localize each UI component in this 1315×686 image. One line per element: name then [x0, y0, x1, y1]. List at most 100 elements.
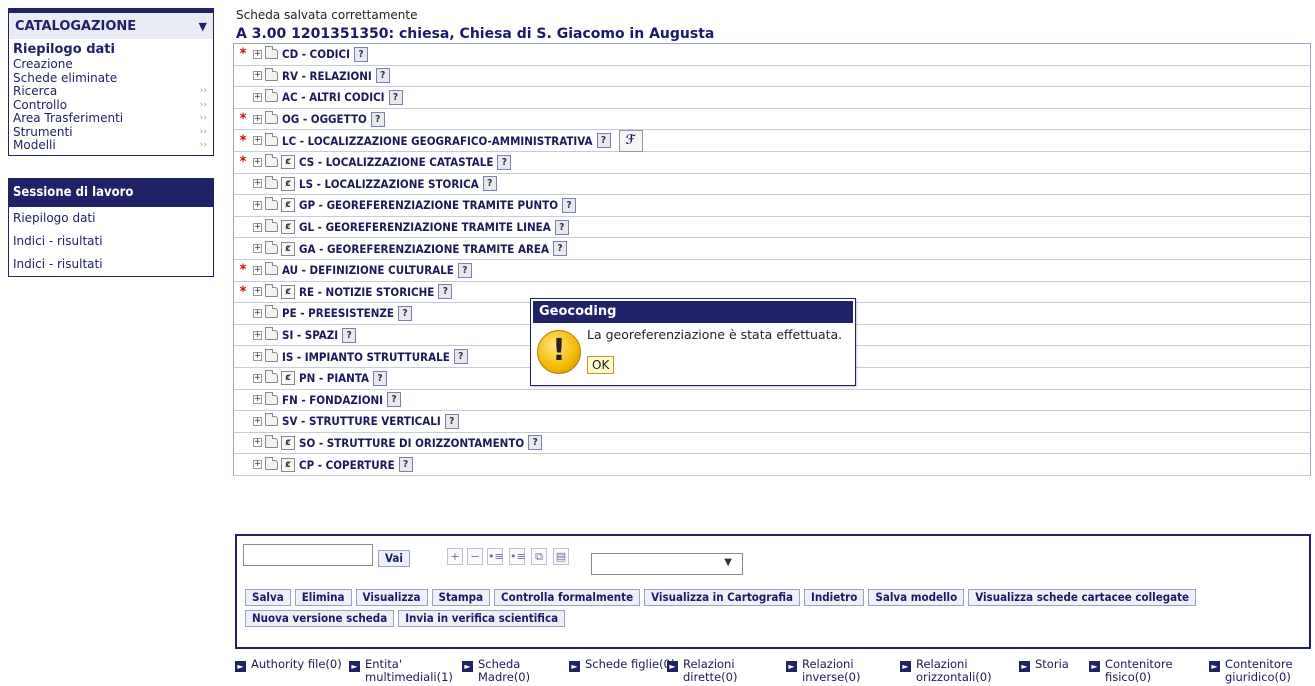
- toolbar-button[interactable]: Visualizza in Cartografia: [644, 589, 801, 606]
- help-icon[interactable]: ?: [387, 392, 401, 408]
- caret-down-icon[interactable]: ▼: [199, 20, 207, 33]
- help-icon[interactable]: ?: [397, 305, 412, 321]
- session-item[interactable]: Riepilogo dati: [9, 207, 213, 230]
- expand-icon[interactable]: +: [253, 136, 262, 146]
- expand-icon[interactable]: +: [253, 179, 262, 189]
- action-select[interactable]: ▼: [591, 553, 743, 575]
- sidebar-item[interactable]: Schede eliminate: [13, 71, 213, 86]
- expand-icon[interactable]: +: [253, 460, 262, 470]
- expand-icon[interactable]: +: [253, 200, 262, 210]
- related-link[interactable]: ► Relazioni inverse(0): [786, 658, 894, 684]
- section-label[interactable]: PE - PREESISTENZE: [282, 306, 394, 320]
- help-icon[interactable]: ?: [482, 176, 497, 192]
- related-link[interactable]: ► Relazioni dirette(0): [667, 658, 775, 684]
- toolbar-button[interactable]: Controlla formalmente: [494, 589, 641, 606]
- section-label[interactable]: OG - OGGETTO: [282, 112, 367, 126]
- sidebar-item[interactable]: Riepilogo dati: [13, 41, 213, 58]
- refresh-icon[interactable]: ȼ: [281, 220, 295, 235]
- refresh-icon[interactable]: ȼ: [281, 457, 295, 472]
- section-label[interactable]: GA - GEOREFERENZIAZIONE TRAMITE AREA: [299, 242, 549, 256]
- related-link[interactable]: ► Contenitore fisico(0): [1089, 658, 1197, 684]
- section-label[interactable]: GL - GEOREFERENZIAZIONE TRAMITE LINEA: [299, 220, 551, 234]
- sidebar-item[interactable]: Strumenti ››: [13, 125, 213, 140]
- help-icon[interactable]: ?: [375, 68, 390, 84]
- expand-icon[interactable]: +: [253, 92, 262, 102]
- related-link[interactable]: ► Schede figlie(0): [569, 658, 677, 672]
- section-label[interactable]: PN - PIANTA: [299, 371, 369, 385]
- refresh-icon[interactable]: ȼ: [281, 371, 295, 386]
- toolbar-button[interactable]: Salva: [245, 589, 291, 606]
- ok-button[interactable]: OK: [587, 356, 615, 374]
- refresh-icon[interactable]: ȼ: [281, 284, 295, 299]
- section-label[interactable]: CS - LOCALIZZAZIONE CATASTALE: [299, 155, 493, 169]
- help-icon[interactable]: ?: [528, 435, 543, 451]
- help-icon[interactable]: ?: [353, 46, 368, 62]
- expand-icon[interactable]: +: [253, 395, 262, 405]
- help-icon[interactable]: ?: [373, 370, 387, 386]
- sidebar-item[interactable]: Controllo ››: [13, 98, 213, 113]
- expand-icon[interactable]: +: [253, 157, 262, 167]
- help-icon[interactable]: ?: [596, 133, 611, 149]
- expand-icon[interactable]: +: [253, 308, 262, 318]
- section-label[interactable]: SI - SPAZI: [282, 328, 338, 342]
- section-label[interactable]: RV - RELAZIONI: [282, 69, 372, 83]
- related-link[interactable]: ► Storia: [1019, 658, 1071, 672]
- vai-button[interactable]: Vai: [378, 550, 410, 567]
- expand-icon[interactable]: +: [253, 330, 262, 340]
- expand-icon[interactable]: +: [253, 114, 262, 124]
- help-icon[interactable]: ?: [370, 111, 385, 127]
- section-label[interactable]: GP - GEOREFERENZIAZIONE TRAMITE PUNTO: [299, 198, 558, 212]
- session-item[interactable]: Indici - risultati: [9, 253, 213, 276]
- section-label[interactable]: LS - LOCALIZZAZIONE STORICA: [299, 177, 479, 191]
- refresh-icon[interactable]: ȼ: [281, 176, 295, 191]
- toolbar-button[interactable]: Visualizza: [355, 589, 428, 606]
- minus-icon[interactable]: −: [467, 548, 483, 565]
- sidebar-item[interactable]: Area Trasferimenti ››: [13, 111, 213, 126]
- related-link[interactable]: ► Entita' multimediali(1): [349, 658, 457, 684]
- help-icon[interactable]: ?: [562, 197, 577, 213]
- help-icon[interactable]: ?: [444, 413, 459, 429]
- refresh-icon[interactable]: ȼ: [281, 241, 295, 256]
- list-green-icon[interactable]: •≡: [509, 548, 526, 565]
- toolbar-button[interactable]: Indietro: [804, 589, 865, 606]
- refresh-icon[interactable]: ȼ: [281, 155, 295, 170]
- expand-icon[interactable]: +: [253, 373, 262, 383]
- section-label[interactable]: FN - FONDAZIONI: [282, 393, 383, 407]
- section-label[interactable]: SV - STRUTTURE VERTICALI: [282, 414, 441, 428]
- help-icon[interactable]: ?: [398, 457, 413, 473]
- help-icon[interactable]: ?: [342, 327, 357, 343]
- help-icon[interactable]: ?: [553, 241, 568, 257]
- catalogazione-header[interactable]: CATALOGAZIONE ▼: [9, 9, 213, 39]
- list-red-icon[interactable]: •≡: [487, 548, 504, 565]
- toolbar-button[interactable]: Visualizza schede cartacee collegate: [968, 589, 1197, 606]
- section-label[interactable]: CD - CODICI: [282, 47, 350, 61]
- section-label[interactable]: AC - ALTRI CODICI: [282, 90, 385, 104]
- expand-icon[interactable]: +: [253, 287, 262, 297]
- expand-icon[interactable]: +: [253, 265, 262, 275]
- expand-icon[interactable]: +: [253, 222, 262, 232]
- goto-input[interactable]: [243, 544, 373, 566]
- related-link[interactable]: ► Relazioni orizzontali(0): [900, 658, 1008, 684]
- expand-icon[interactable]: +: [253, 71, 262, 81]
- help-icon[interactable]: ?: [438, 284, 453, 300]
- help-icon[interactable]: ?: [554, 219, 569, 235]
- section-label[interactable]: SO - STRUTTURE DI ORIZZONTAMENTO: [299, 436, 524, 450]
- toolbar-button[interactable]: Salva modello: [868, 589, 965, 606]
- section-label[interactable]: AU - DEFINIZIONE CULTURALE: [282, 263, 454, 277]
- window-icon[interactable]: ▤: [553, 548, 569, 565]
- session-item[interactable]: Indici - risultati: [9, 230, 213, 253]
- toolbar-button[interactable]: Stampa: [431, 589, 491, 606]
- expand-icon[interactable]: +: [253, 352, 262, 362]
- copy-icon[interactable]: ⧉: [531, 548, 547, 565]
- related-link[interactable]: ► Contenitore giuridico(0): [1209, 658, 1315, 684]
- expand-icon[interactable]: +: [253, 49, 262, 59]
- sidebar-item[interactable]: Modelli ››: [13, 138, 213, 153]
- help-icon[interactable]: ?: [388, 89, 403, 105]
- refresh-icon[interactable]: ȼ: [281, 435, 295, 450]
- toolbar-button[interactable]: Invia in verifica scientifica: [398, 610, 566, 627]
- section-label[interactable]: IS - IMPIANTO STRUTTURALE: [282, 350, 450, 364]
- expand-icon[interactable]: +: [253, 416, 262, 426]
- expand-icon[interactable]: +: [253, 244, 262, 254]
- map-tool-icon[interactable]: ℱ: [618, 129, 643, 152]
- toolbar-button[interactable]: Elimina: [294, 589, 352, 606]
